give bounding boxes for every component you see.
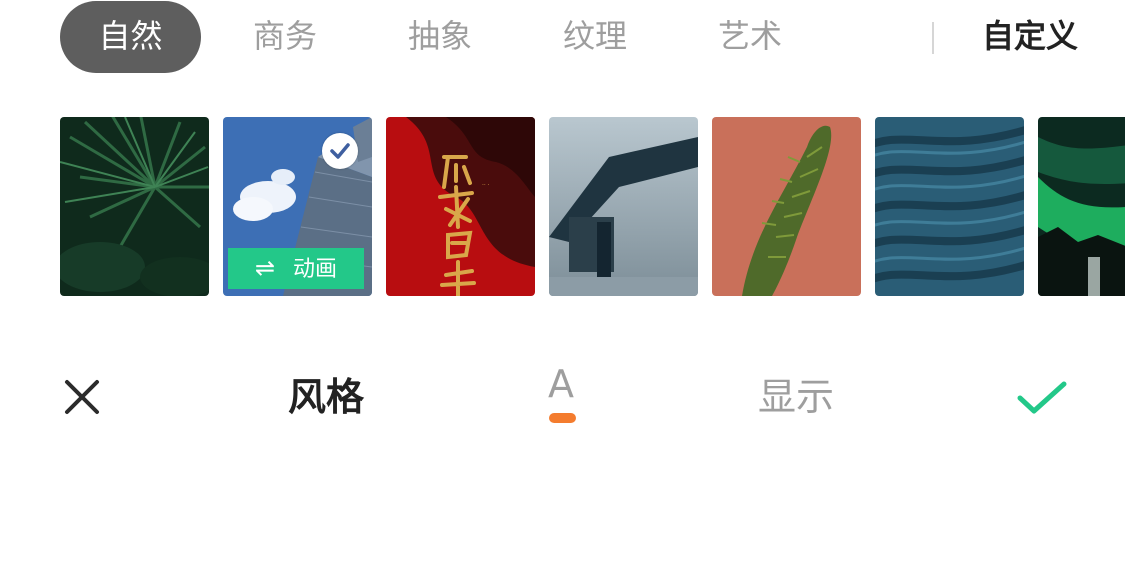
tab-abstract[interactable]: 抽象 bbox=[377, 1, 503, 73]
close-icon bbox=[65, 380, 99, 414]
thumbnail-red-calligraphy[interactable]: ·· · bbox=[386, 117, 535, 296]
tab-texture[interactable]: 纹理 bbox=[532, 1, 658, 73]
tab-divider bbox=[932, 22, 934, 54]
blue-sand-image bbox=[875, 117, 1024, 296]
category-tabs: 自然 商务 抽象 纹理 艺术 自定义 bbox=[0, 0, 1125, 74]
thumbnail-green-fern[interactable] bbox=[712, 117, 861, 296]
aurora-image bbox=[1038, 117, 1125, 296]
palm-leaves-image bbox=[60, 117, 209, 296]
red-calligraphy-image: ·· · bbox=[386, 117, 535, 296]
tab-custom[interactable]: 自定义 bbox=[982, 1, 1078, 71]
green-fern-image bbox=[712, 117, 861, 296]
animate-button[interactable]: ⇌ 动画 bbox=[228, 248, 364, 289]
confirm-button[interactable] bbox=[1014, 378, 1070, 418]
svg-text:·· ·: ·· · bbox=[482, 182, 490, 189]
animate-label: 动画 bbox=[293, 257, 338, 282]
close-button[interactable] bbox=[60, 375, 104, 419]
thumbnail-frosted-rail[interactable] bbox=[549, 117, 698, 296]
tab-nature[interactable]: 自然 bbox=[60, 1, 201, 73]
selected-check-icon bbox=[322, 133, 358, 169]
tab-font[interactable]: A bbox=[548, 362, 574, 406]
swap-arrows-icon: ⇌ bbox=[254, 254, 276, 282]
tab-style[interactable]: 风格 bbox=[288, 366, 364, 421]
thumbnail-aurora[interactable] bbox=[1038, 117, 1125, 296]
thumbnail-palm-leaves[interactable] bbox=[60, 117, 209, 296]
font-tab-indicator bbox=[549, 413, 576, 423]
tab-display[interactable]: 显示 bbox=[758, 366, 834, 421]
tab-art[interactable]: 艺术 bbox=[687, 1, 813, 73]
thumbnail-blue-sand[interactable] bbox=[875, 117, 1024, 296]
thumbnail-skyscraper[interactable]: ⇌ 动画 bbox=[223, 117, 372, 296]
checkmark-icon bbox=[1017, 381, 1067, 414]
tab-business[interactable]: 商务 bbox=[222, 1, 348, 73]
background-thumbnail-strip[interactable]: ⇌ 动画 ·· · bbox=[0, 117, 1125, 296]
frosted-rail-image bbox=[549, 117, 698, 296]
